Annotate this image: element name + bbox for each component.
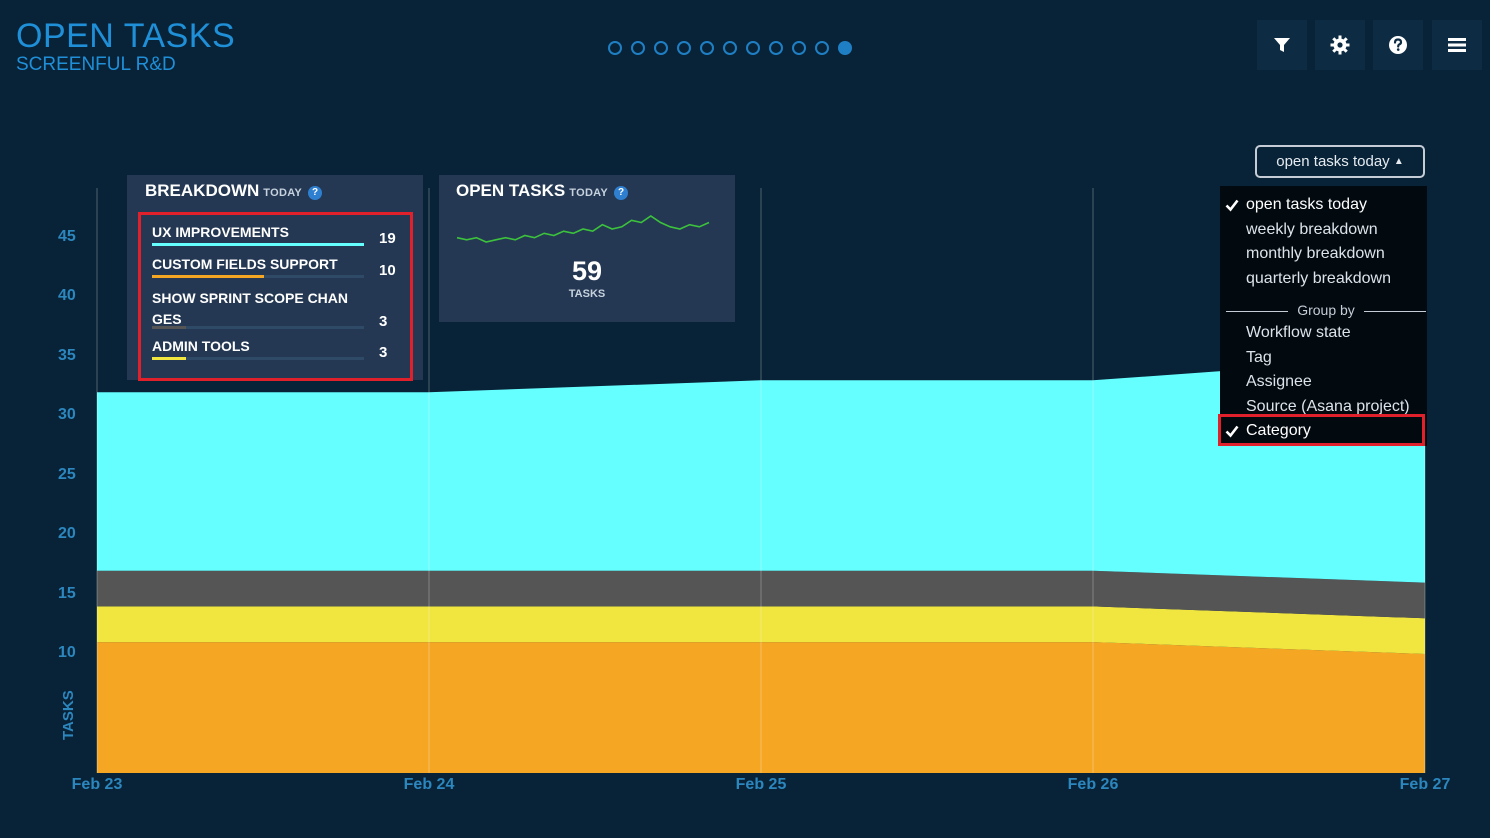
menu-item[interactable]: Tag <box>1246 349 1272 367</box>
menu-item[interactable]: Assignee <box>1246 373 1312 391</box>
y-tick-label: 10 <box>58 644 76 661</box>
caret-up-icon: ▲ <box>1393 156 1404 167</box>
y-tick-label: 40 <box>58 287 76 304</box>
x-tick-label: Feb 24 <box>403 776 455 793</box>
menu-item[interactable]: weekly breakdown <box>1246 221 1378 239</box>
menu-item-label: quarterly breakdown <box>1246 269 1391 287</box>
menu-item-label: monthly breakdown <box>1246 245 1385 262</box>
open-tasks-title: OPEN TASKS TODAY? <box>456 181 629 201</box>
y-tick-label: 20 <box>58 525 76 542</box>
breakdown-highlight <box>138 212 413 381</box>
breakdown-title-text: BREAKDOWN <box>145 181 260 200</box>
breakdown-help-icon[interactable]: ? <box>308 186 323 200</box>
menu-item-label: open tasks today <box>1246 196 1367 213</box>
y-tick-label: 25 <box>58 465 76 483</box>
view-select-button[interactable]: open tasks today ▲ <box>1255 145 1425 178</box>
group-by-divider: Group by <box>1226 302 1426 320</box>
menu-item[interactable]: Source (Asana project) <box>1246 398 1410 416</box>
category-highlight <box>1218 414 1425 446</box>
menu-item-label: Tag <box>1246 348 1272 366</box>
open-tasks-title-text: OPEN TASKS <box>456 181 566 200</box>
y-axis-label: TASKS <box>60 690 77 740</box>
menu-item[interactable]: open tasks today <box>1225 196 1367 214</box>
check-icon <box>1225 198 1239 217</box>
menu-item-label: Assignee <box>1246 373 1312 390</box>
sparkline <box>456 215 710 243</box>
breakdown-qualifier: TODAY <box>263 187 303 199</box>
breakdown-title: BREAKDOWN TODAY? <box>145 181 323 201</box>
menu-item[interactable]: Workflow state <box>1246 324 1351 342</box>
x-tick-label: Feb 26 <box>1067 776 1119 793</box>
menu-item[interactable]: monthly breakdown <box>1246 245 1385 263</box>
view-select-label: open tasks today <box>1276 153 1390 170</box>
y-tick-label: 35 <box>58 346 76 364</box>
open-tasks-value: 59 <box>571 256 603 286</box>
y-tick-label: 15 <box>58 584 76 602</box>
group-by-label: Group by <box>1297 302 1355 318</box>
view-select-menu: open tasks today weekly breakdown monthly … <box>1220 186 1427 446</box>
x-tick-label: Feb 27 <box>1399 776 1451 793</box>
open-tasks-help-icon[interactable]: ? <box>614 186 629 200</box>
menu-item-label: Source (Asana project) <box>1246 397 1410 415</box>
open-tasks-unit: TASKS <box>568 288 606 300</box>
open-tasks-qualifier: TODAY <box>569 187 609 199</box>
menu-item[interactable]: quarterly breakdown <box>1246 270 1391 288</box>
menu-item-label: weekly breakdown <box>1246 220 1378 238</box>
sparkline-path <box>456 215 710 243</box>
y-tick-label: 30 <box>58 406 76 423</box>
x-tick-label: Feb 25 <box>735 776 787 793</box>
menu-item-label: Workflow state <box>1246 324 1351 341</box>
x-tick-label: Feb 23 <box>71 776 123 793</box>
y-tick-label: 45 <box>58 227 76 245</box>
